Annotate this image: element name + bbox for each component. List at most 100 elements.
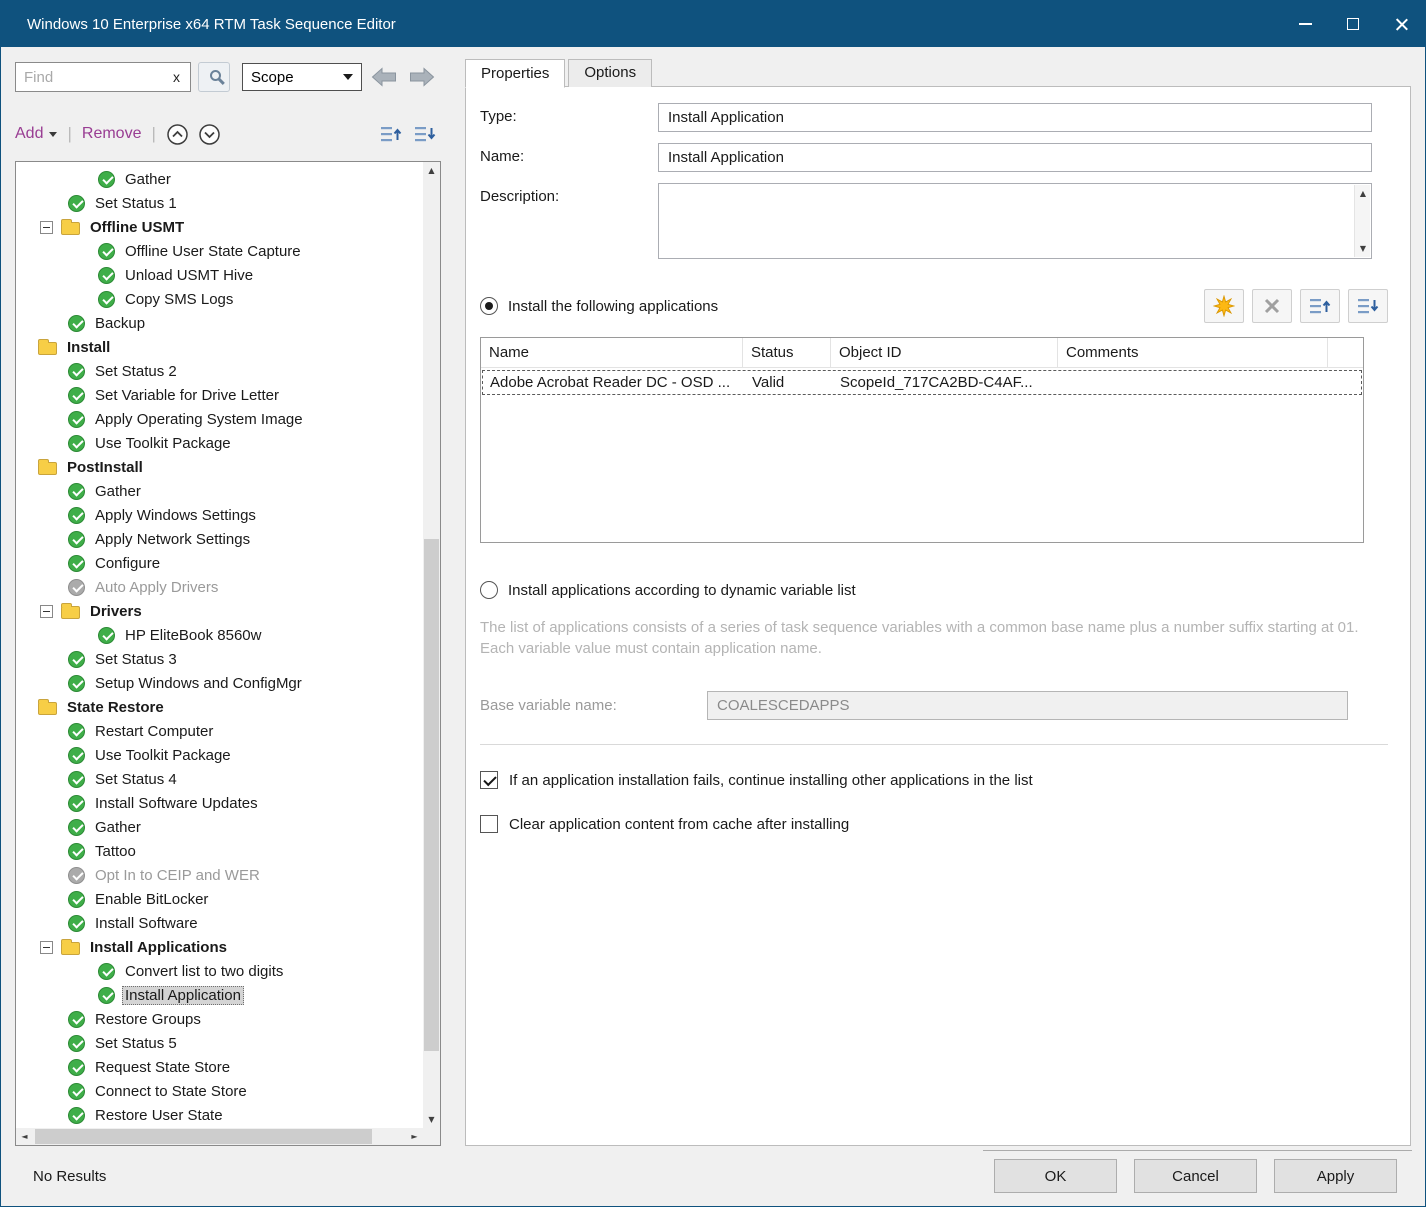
move-up-button[interactable] xyxy=(379,123,403,145)
vertical-scroll-thumb[interactable] xyxy=(424,539,439,1051)
tree-item-install-application[interactable]: Install Application xyxy=(16,983,423,1007)
scroll-left-icon[interactable]: ◄ xyxy=(16,1128,33,1145)
tab-properties[interactable]: Properties xyxy=(465,59,565,88)
description-field[interactable]: ▲ ▼ xyxy=(658,183,1372,259)
tree-item-gather[interactable]: Gather xyxy=(16,167,423,191)
apps-table-header: NameStatusObject IDComments xyxy=(481,338,1363,368)
application-row[interactable]: Adobe Acrobat Reader DC - OSD ...ValidSc… xyxy=(482,370,1362,395)
tree-item-convert-list-to-two-digits[interactable]: Convert list to two digits xyxy=(16,959,423,983)
application-move-up-button[interactable] xyxy=(1300,289,1340,323)
tab-options[interactable]: Options xyxy=(568,59,652,87)
application-move-down-button[interactable] xyxy=(1348,289,1388,323)
clear-find-button[interactable]: x xyxy=(171,69,182,85)
maximize-button[interactable] xyxy=(1329,1,1377,47)
scroll-down-icon[interactable]: ▼ xyxy=(423,1111,440,1128)
add-button[interactable]: Add xyxy=(15,125,57,143)
tree-item-set-variable-for-drive-letter[interactable]: Set Variable for Drive Letter xyxy=(16,383,423,407)
step-success-icon xyxy=(98,171,115,188)
tree-item-set-status-3[interactable]: Set Status 3 xyxy=(16,647,423,671)
ok-button[interactable]: OK xyxy=(994,1159,1117,1193)
tree-item-set-status-5[interactable]: Set Status 5 xyxy=(16,1031,423,1055)
install-following-radio[interactable] xyxy=(480,297,498,315)
new-application-button[interactable] xyxy=(1204,289,1244,323)
tree-item-restore-groups[interactable]: Restore Groups xyxy=(16,1007,423,1031)
column-header-name[interactable]: Name xyxy=(481,338,743,367)
unchecked-checkbox[interactable] xyxy=(480,815,498,833)
name-field[interactable] xyxy=(658,143,1372,172)
tree-item-label: Set Status 1 xyxy=(92,194,180,213)
scroll-right-icon[interactable]: ► xyxy=(406,1128,423,1145)
tree-item-enable-bitlocker[interactable]: Enable BitLocker xyxy=(16,887,423,911)
search-button[interactable] xyxy=(198,62,230,92)
tree-item-configure[interactable]: Configure xyxy=(16,551,423,575)
scope-dropdown[interactable]: Scope xyxy=(242,63,362,91)
tree-item-copy-sms-logs[interactable]: Copy SMS Logs xyxy=(16,287,423,311)
tree-item-label: Drivers xyxy=(87,602,145,621)
scroll-down-icon[interactable]: ▼ xyxy=(1355,240,1371,257)
find-next-button[interactable] xyxy=(406,63,438,91)
tree-item-offline-user-state-capture[interactable]: Offline User State Capture xyxy=(16,239,423,263)
close-button[interactable] xyxy=(1377,1,1425,47)
column-header-object-id[interactable]: Object ID xyxy=(831,338,1058,367)
horizontal-scroll-track[interactable] xyxy=(33,1128,406,1145)
tree-item-set-status-4[interactable]: Set Status 4 xyxy=(16,767,423,791)
tree-item-opt-in-to-ceip-and-wer[interactable]: Opt In to CEIP and WER xyxy=(16,863,423,887)
tree-item-label: Set Status 5 xyxy=(92,1034,180,1053)
collapse-expander-icon[interactable] xyxy=(40,941,53,954)
tree-item-label: Gather xyxy=(122,170,174,189)
tree-item-apply-network-settings[interactable]: Apply Network Settings xyxy=(16,527,423,551)
tree-item-install-software[interactable]: Install Software xyxy=(16,911,423,935)
tree-item-tattoo[interactable]: Tattoo xyxy=(16,839,423,863)
move-down-button[interactable] xyxy=(413,123,437,145)
find-previous-button[interactable] xyxy=(368,63,400,91)
collapse-expander-icon[interactable] xyxy=(40,605,53,618)
tree-item-label: Offline USMT xyxy=(87,218,187,237)
apply-button[interactable]: Apply xyxy=(1274,1159,1397,1193)
tree-item-gather[interactable]: Gather xyxy=(16,479,423,503)
expand-all-button[interactable] xyxy=(198,122,222,146)
column-header-comments[interactable]: Comments xyxy=(1058,338,1328,367)
tree-item-postinstall[interactable]: PostInstall xyxy=(16,455,423,479)
tree-item-label: Tattoo xyxy=(92,842,139,861)
horizontal-scroll-thumb[interactable] xyxy=(35,1129,372,1144)
tree-item-connect-to-state-store[interactable]: Connect to State Store xyxy=(16,1079,423,1103)
tree-item-gather[interactable]: Gather xyxy=(16,815,423,839)
tree-item-drivers[interactable]: Drivers xyxy=(16,599,423,623)
column-header-status[interactable]: Status xyxy=(743,338,831,367)
tree-item-use-toolkit-package[interactable]: Use Toolkit Package xyxy=(16,743,423,767)
tree-item-unload-usmt-hive[interactable]: Unload USMT Hive xyxy=(16,263,423,287)
tree-item-apply-operating-system-image[interactable]: Apply Operating System Image xyxy=(16,407,423,431)
tree-horizontal-scrollbar[interactable]: ◄ ► xyxy=(16,1128,423,1145)
checked-checkbox[interactable] xyxy=(480,771,498,789)
collapse-all-button[interactable] xyxy=(166,122,190,146)
tree-item-use-toolkit-package[interactable]: Use Toolkit Package xyxy=(16,431,423,455)
scroll-up-icon[interactable]: ▲ xyxy=(1355,185,1371,202)
tree-item-state-restore[interactable]: State Restore xyxy=(16,695,423,719)
tree-item-backup[interactable]: Backup xyxy=(16,311,423,335)
tree-item-apply-windows-settings[interactable]: Apply Windows Settings xyxy=(16,503,423,527)
tree-item-install-software-updates[interactable]: Install Software Updates xyxy=(16,791,423,815)
tree-item-offline-usmt[interactable]: Offline USMT xyxy=(16,215,423,239)
tree-item-auto-apply-drivers[interactable]: Auto Apply Drivers xyxy=(16,575,423,599)
tree-item-set-status-1[interactable]: Set Status 1 xyxy=(16,191,423,215)
tree-item-install-applications[interactable]: Install Applications xyxy=(16,935,423,959)
install-dynamic-radio[interactable] xyxy=(480,581,498,599)
step-success-icon xyxy=(98,267,115,284)
scroll-up-icon[interactable]: ▲ xyxy=(423,162,440,179)
tree-item-request-state-store[interactable]: Request State Store xyxy=(16,1055,423,1079)
minimize-button[interactable] xyxy=(1281,1,1329,47)
tree-item-hp-elitebook-8560w[interactable]: HP EliteBook 8560w xyxy=(16,623,423,647)
tree-item-setup-windows-and-configmgr[interactable]: Setup Windows and ConfigMgr xyxy=(16,671,423,695)
find-input[interactable] xyxy=(24,69,171,86)
remove-button[interactable]: Remove xyxy=(82,125,142,143)
description-row: Description: ▲ ▼ xyxy=(480,183,1388,259)
cancel-button[interactable]: Cancel xyxy=(1134,1159,1257,1193)
tree-vertical-scrollbar[interactable]: ▲ ▼ xyxy=(423,162,440,1128)
tree-item-set-status-2[interactable]: Set Status 2 xyxy=(16,359,423,383)
tree-item-restart-computer[interactable]: Restart Computer xyxy=(16,719,423,743)
description-scrollbar[interactable]: ▲ ▼ xyxy=(1354,185,1370,257)
collapse-expander-icon[interactable] xyxy=(40,221,53,234)
tree-item-label: Set Status 4 xyxy=(92,770,180,789)
tree-item-restore-user-state[interactable]: Restore User State xyxy=(16,1103,423,1127)
tree-item-install[interactable]: Install xyxy=(16,335,423,359)
